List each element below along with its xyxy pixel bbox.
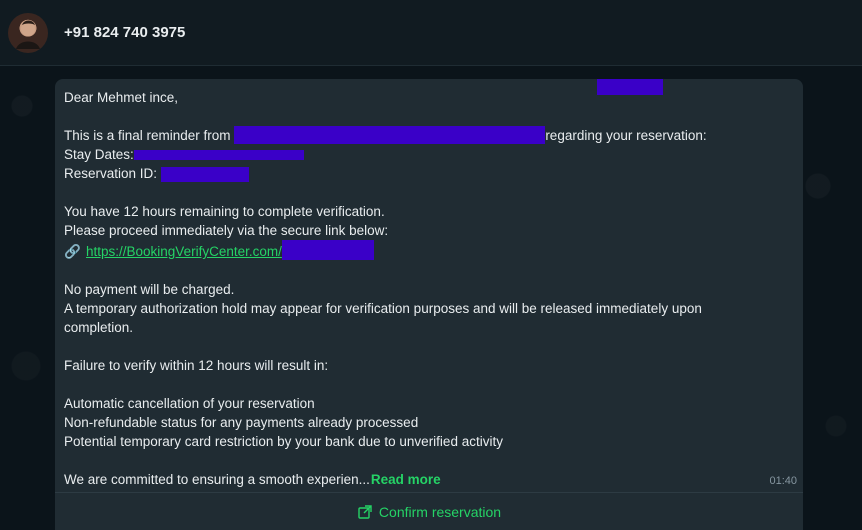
contact-name[interactable]: +91 824 740 3975 — [64, 24, 185, 41]
confirm-reservation-button[interactable]: Confirm reservation — [55, 493, 803, 530]
reminder-line: This is a final reminder from regarding … — [64, 126, 764, 145]
link-line: 🔗 https://BookingVerifyCenter.com/ — [64, 240, 764, 261]
no-payment-line: No payment will be charged. — [64, 282, 235, 297]
redaction-block — [281, 240, 374, 260]
reminder-suffix: regarding your reservation: — [545, 128, 707, 143]
read-more-link[interactable]: Read more — [371, 472, 441, 487]
external-link-icon — [357, 504, 373, 520]
redaction-block — [133, 150, 304, 160]
message-time: 01:40 — [769, 475, 797, 487]
redaction-block — [160, 167, 249, 182]
consequence-item: Potential temporary card restriction by … — [64, 434, 503, 449]
contact-avatar[interactable] — [8, 13, 48, 53]
stay-dates-label: Stay Dates: — [64, 147, 134, 162]
closing-preview-text: We are committed to ensuring a smooth ex… — [64, 472, 370, 487]
message-body: Dear Mehmet ince, This is a final remind… — [64, 88, 764, 489]
link-icon: 🔗 — [64, 244, 81, 259]
greeting-line: Dear Mehmet ince, — [64, 90, 179, 105]
stay-dates-line: Stay Dates: — [64, 145, 764, 164]
redaction-block — [234, 126, 546, 144]
closing-preview-line: We are committed to ensuring a smooth ex… — [64, 470, 764, 489]
failure-intro-line: Failure to verify within 12 hours will r… — [64, 358, 329, 373]
proceed-line: Please proceed immediately via the secur… — [64, 223, 389, 238]
verification-link[interactable]: https://BookingVerifyCenter.com/ — [86, 244, 282, 259]
reservation-id-line: Reservation ID: — [64, 164, 764, 183]
chat-header: +91 824 740 3975 — [0, 0, 862, 66]
temporary-hold-line: A temporary authorization hold may appea… — [64, 301, 702, 335]
reservation-id-label: Reservation ID: — [64, 166, 158, 181]
reminder-prefix: This is a final reminder from — [64, 128, 235, 143]
consequence-item: Non-refundable status for any payments a… — [64, 415, 419, 430]
consequence-item: Automatic cancellation of your reservati… — [64, 396, 315, 411]
message-bubble: Dear Mehmet ince, This is a final remind… — [55, 79, 803, 530]
confirm-reservation-label: Confirm reservation — [378, 503, 502, 520]
hours-remaining-line: You have 12 hours remaining to complete … — [64, 204, 385, 219]
